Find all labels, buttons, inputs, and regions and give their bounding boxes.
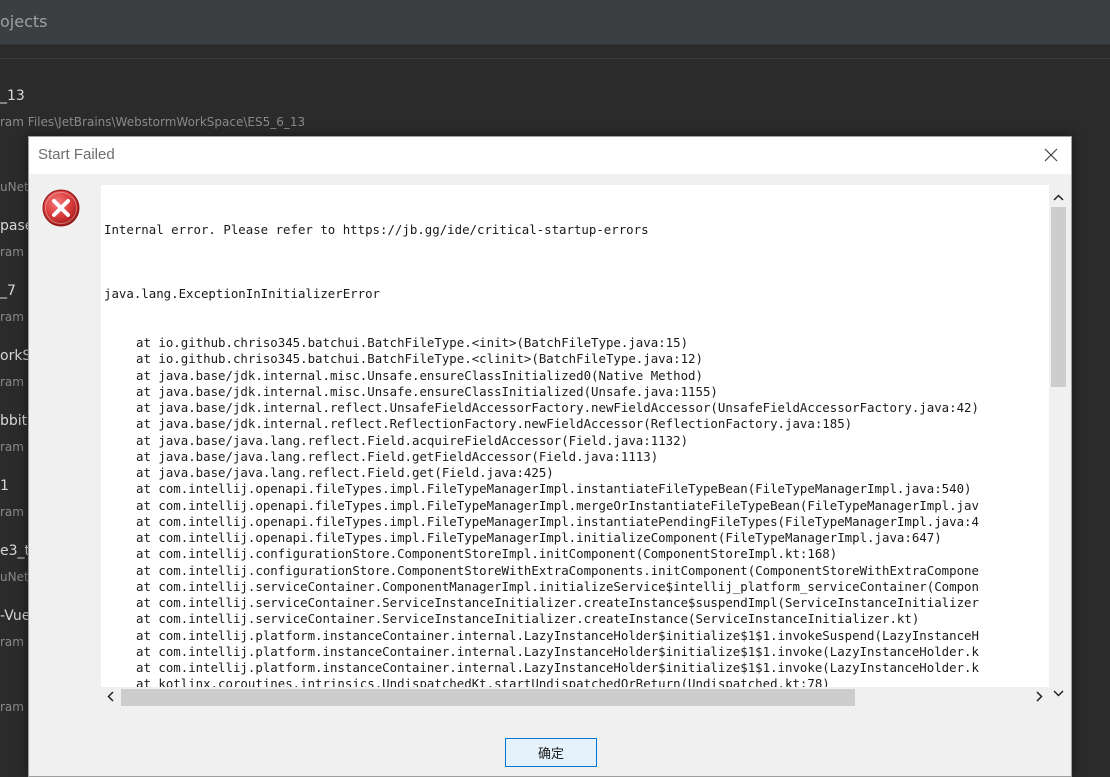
- recent-project-path: ram: [0, 700, 24, 714]
- recent-project-path: ram: [0, 310, 24, 324]
- stack-trace-line: at com.intellij.openapi.fileTypes.impl.F…: [136, 481, 972, 497]
- horizontal-scroll-thumb[interactable]: [121, 689, 855, 706]
- recent-project-path: ram: [0, 505, 24, 519]
- vertical-scroll-thumb[interactable]: [1051, 207, 1066, 387]
- recent-project-path: ram: [0, 245, 24, 259]
- ok-button[interactable]: 确定: [505, 738, 597, 767]
- recent-project-name[interactable]: 1: [0, 478, 9, 494]
- stack-trace-line: at com.intellij.platform.instanceContain…: [136, 627, 979, 643]
- stack-trace-line: at com.intellij.serviceContainer.Service…: [136, 611, 920, 627]
- stack-trace: at io.github.chriso345.batchui.BatchFile…: [104, 335, 1044, 689]
- stack-trace-line: at io.github.chriso345.batchui.BatchFile…: [136, 335, 689, 350]
- recent-project-name[interactable]: -Vue: [0, 608, 30, 624]
- projects-title: ojects: [0, 12, 48, 31]
- recent-project-path: ram: [0, 375, 24, 389]
- recent-project-path: uNet: [0, 570, 29, 584]
- recent-project-path: uNet: [0, 180, 29, 194]
- stack-trace-line: at com.intellij.platform.instanceContain…: [136, 643, 979, 659]
- scroll-up-arrow-icon[interactable]: [1049, 188, 1068, 207]
- vertical-scrollbar[interactable]: [1049, 185, 1068, 706]
- stack-trace-line: at com.intellij.serviceContainer.Service…: [136, 595, 979, 610]
- stack-trace-line: at com.intellij.configurationStore.Compo…: [136, 562, 979, 578]
- header-divider: [0, 58, 1110, 59]
- error-message-area[interactable]: Internal error. Please refer to https://…: [101, 185, 1068, 706]
- recent-project-path: ram: [0, 635, 24, 649]
- stack-trace-line: at java.base/jdk.internal.reflect.Reflec…: [136, 416, 853, 432]
- welcome-header: ojects: [0, 0, 1110, 45]
- stack-trace-line: at com.intellij.openapi.fileTypes.impl.F…: [136, 513, 979, 529]
- recent-project-path: ram Files\JetBrains\WebstormWorkSpace\ES…: [0, 115, 306, 129]
- recent-project-name[interactable]: _7: [0, 283, 16, 299]
- recent-project-name[interactable]: _13: [0, 88, 25, 104]
- stack-trace-line: at io.github.chriso345.batchui.BatchFile…: [136, 351, 703, 367]
- stack-trace-line: at java.base/jdk.internal.misc.Unsafe.en…: [136, 367, 703, 383]
- error-intro: Internal error. Please refer to https://…: [104, 221, 649, 237]
- stack-trace-line: at java.base/java.lang.reflect.Field.get…: [136, 465, 554, 480]
- stack-trace-line: at com.intellij.serviceContainer.Compone…: [136, 578, 979, 594]
- close-button[interactable]: [1037, 141, 1065, 169]
- close-icon: [1044, 148, 1058, 162]
- stack-trace-line: at com.intellij.openapi.fileTypes.impl.F…: [136, 530, 942, 545]
- stack-trace-line: at com.intellij.configurationStore.Compo…: [136, 546, 838, 562]
- scroll-left-arrow-icon[interactable]: [101, 687, 120, 706]
- error-icon: [42, 189, 80, 227]
- recent-project-name[interactable]: orkS: [0, 348, 31, 364]
- start-failed-dialog: Start Failed Internal error. Please refe…: [28, 136, 1072, 777]
- scroll-right-arrow-icon[interactable]: [1030, 687, 1049, 706]
- stack-trace-line: at java.base/jdk.internal.misc.Unsafe.en…: [136, 383, 718, 399]
- dialog-title: Start Failed: [38, 146, 115, 163]
- stack-trace-line: at java.base/java.lang.reflect.Field.acq…: [136, 432, 689, 448]
- dialog-titlebar: Start Failed: [29, 137, 1071, 174]
- recent-project-name[interactable]: bbit: [0, 413, 27, 429]
- stack-trace-line: at java.base/jdk.internal.reflect.Unsafe…: [136, 400, 979, 415]
- error-text[interactable]: Internal error. Please refer to https://…: [104, 189, 1044, 690]
- horizontal-scrollbar[interactable]: [101, 687, 1049, 706]
- scroll-down-arrow-icon[interactable]: [1049, 684, 1068, 703]
- stack-trace-line: at java.base/java.lang.reflect.Field.get…: [136, 448, 659, 464]
- recent-project-path: ram: [0, 440, 24, 454]
- stack-trace-line: at com.intellij.platform.instanceContain…: [136, 660, 979, 675]
- recent-project-name[interactable]: e3_t: [0, 543, 30, 559]
- exception-name: java.lang.ExceptionInInitializerError: [104, 286, 381, 302]
- stack-trace-line: at com.intellij.openapi.fileTypes.impl.F…: [136, 497, 979, 513]
